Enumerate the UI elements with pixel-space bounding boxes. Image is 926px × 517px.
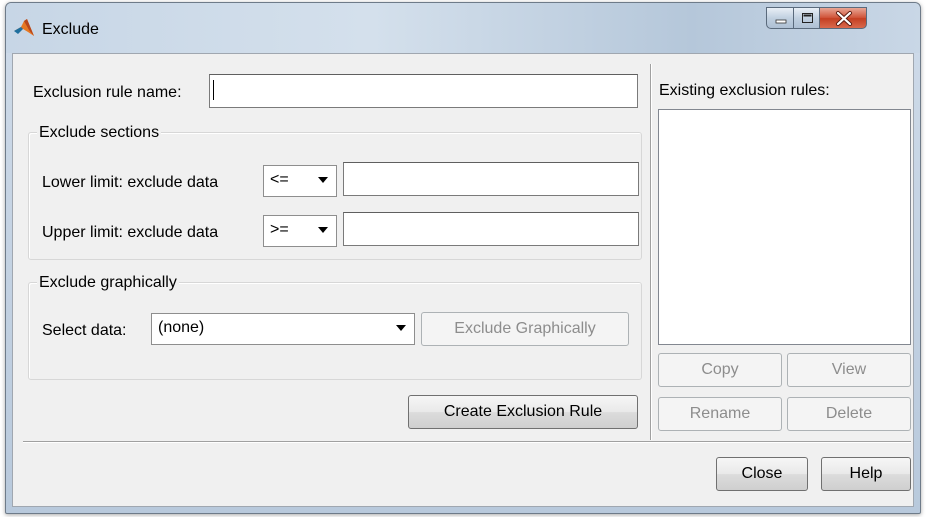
select-data-label: Select data: [42,322,127,339]
exclude-graphically-title: Exclude graphically [37,274,179,292]
chevron-down-icon [318,227,328,233]
delete-button[interactable]: Delete [787,397,911,431]
existing-rules-list[interactable] [658,109,911,345]
chevron-down-icon [318,177,328,183]
lower-limit-input[interactable] [343,162,639,196]
vertical-divider [650,64,652,440]
horizontal-divider [23,441,911,443]
maximize-icon [802,13,813,23]
view-button[interactable]: View [787,353,911,387]
title-bar[interactable]: Exclude [6,3,920,53]
select-data-dropdown[interactable]: (none) [151,313,415,345]
create-exclusion-rule-button[interactable]: Create Exclusion Rule [408,395,638,429]
lower-limit-label: Lower limit: exclude data [42,174,219,191]
rule-name-input[interactable] [209,74,638,108]
help-button[interactable]: Help [821,457,911,491]
minimize-button[interactable] [766,7,794,29]
window-title: Exclude [42,21,99,38]
exclude-graphically-button[interactable]: Exclude Graphically [421,312,629,346]
chevron-down-icon [396,325,406,331]
upper-limit-label: Upper limit: exclude data [42,224,219,241]
rename-button[interactable]: Rename [658,397,782,431]
close-window-button[interactable] [819,7,867,29]
lower-limit-operator-select[interactable]: <= [263,165,337,197]
close-x-icon [836,11,852,26]
dialog-content: Exclusion rule name: Exclude sections Lo… [12,53,914,507]
close-button[interactable]: Close [716,457,808,491]
matlab-logo-icon [14,19,34,36]
text-caret [213,80,214,100]
upper-limit-input[interactable] [343,212,639,246]
rule-name-label: Exclusion rule name: [33,84,182,101]
existing-rules-label: Existing exclusion rules: [659,82,830,99]
exclude-dialog: Exclude Exclusion rule name: Exclude sec… [5,2,921,514]
upper-limit-operator-select[interactable]: >= [263,215,337,247]
exclude-sections-title: Exclude sections [37,124,162,142]
maximize-button[interactable] [793,7,820,29]
copy-button[interactable]: Copy [658,353,782,387]
minimize-icon [775,19,787,24]
